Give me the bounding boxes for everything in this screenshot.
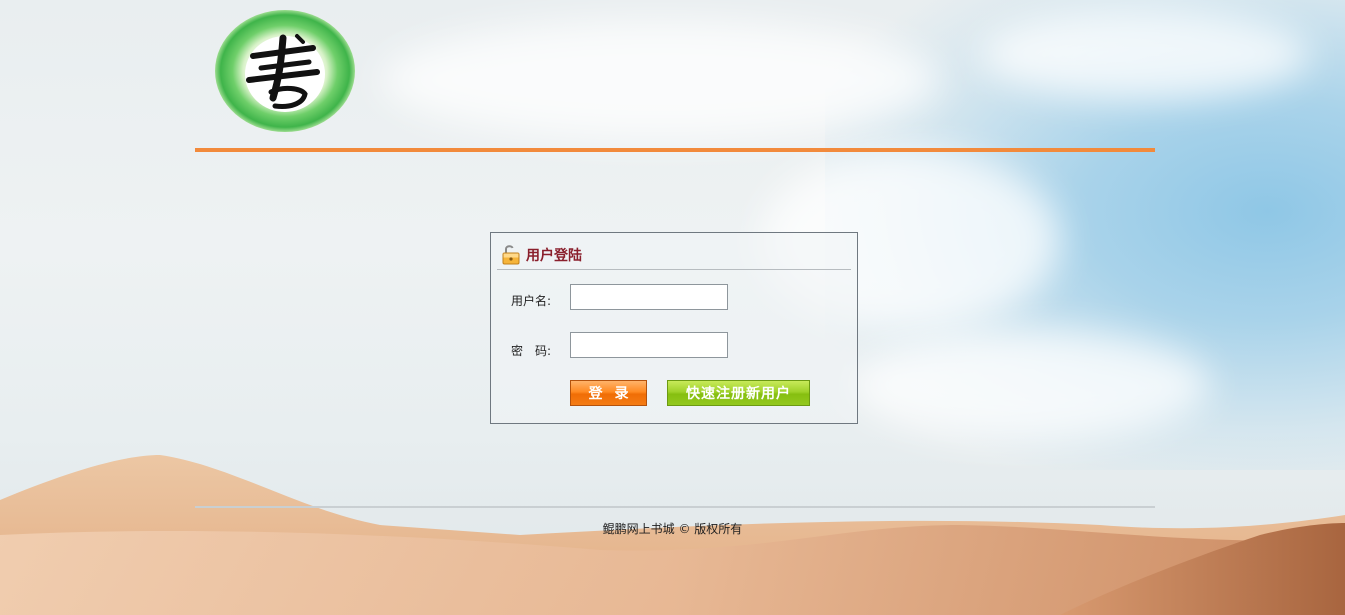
password-input[interactable] [570, 332, 728, 358]
username-label: 用户名: [511, 294, 552, 308]
username-input[interactable] [570, 284, 728, 310]
password-label: 密 码: [511, 344, 552, 358]
login-panel-title: 用户登陆 [526, 248, 582, 264]
background-cloud [850, 330, 1210, 440]
login-page: 用户登陆 用户名: 密 码: 登录 快速注册新用户 鲲鹏网上书城 © 版权所有 [0, 0, 1345, 615]
header-divider [195, 148, 1155, 152]
login-panel: 用户登陆 用户名: 密 码: 登录 快速注册新用户 [490, 232, 858, 424]
footer-divider [195, 506, 1155, 508]
login-panel-header: 用户登陆 [497, 239, 851, 270]
register-button[interactable]: 快速注册新用户 [667, 380, 810, 406]
header [195, 0, 1155, 152]
footer-copyright: 鲲鹏网上书城 © 版权所有 [602, 522, 743, 536]
login-button[interactable]: 登录 [570, 380, 647, 406]
unlocked-padlock-icon [502, 245, 520, 265]
calligraphy-seal-logo-icon [215, 10, 355, 132]
